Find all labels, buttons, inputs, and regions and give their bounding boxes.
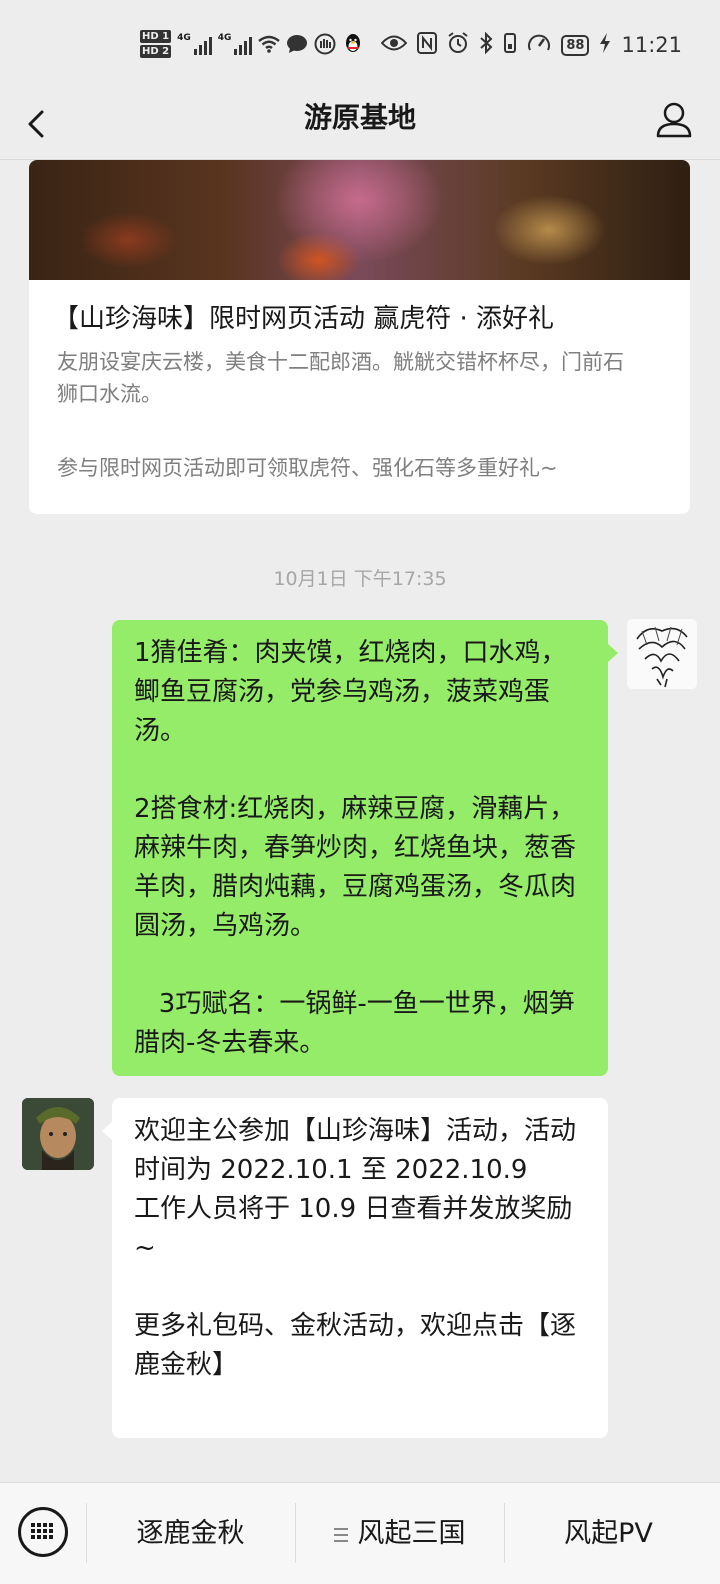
received-message-line-3: 更多礼包码、金秋活动，欢迎点击【逐鹿金秋】 xyxy=(134,1311,577,1380)
signal-2-icon: 4G xyxy=(218,33,253,55)
keyboard-icon xyxy=(31,1523,55,1541)
chat-bubble-icon xyxy=(286,33,308,55)
sketch-avatar-image xyxy=(627,619,697,689)
article-card[interactable]: 【山珍海味】限时网页活动 赢虎符 · 添好礼 友朋设宴庆云楼，美食十二配郎酒。觥… xyxy=(29,160,690,514)
menu-item-fengqi-pv[interactable]: 风起PV xyxy=(504,1483,713,1584)
status-right: 88 11:21 xyxy=(381,30,682,60)
submenu-lines-icon xyxy=(333,1527,348,1542)
wifi-icon xyxy=(258,33,281,55)
shield-icon xyxy=(314,33,336,55)
hd2-badge: HD 2 xyxy=(140,45,172,58)
avatar-self[interactable] xyxy=(627,619,697,689)
article-description: 友朋设宴庆云楼，美食十二配郎酒。觥觥交错杯杯尽，门前石狮口水流。 xyxy=(57,350,624,406)
hd-badges: HD 1 HD 2 xyxy=(140,30,172,58)
bottom-menu-bar: 逐鹿金秋 风起三国 风起PV xyxy=(0,1482,720,1584)
message-timestamp: 10月1日 下午17:35 xyxy=(273,568,447,590)
bluetooth-icon xyxy=(479,31,493,59)
sent-message-paragraph-3: 3巧赋名：一锅鲜-一鱼一世界，烟笋腊肉-冬去春来。 xyxy=(134,989,575,1058)
phone-vibrate-icon xyxy=(503,32,517,59)
avatar-official-account[interactable] xyxy=(22,1098,94,1170)
menu-item-label: 逐鹿金秋 xyxy=(136,1518,245,1549)
warrior-avatar-image xyxy=(22,1098,94,1170)
menu-item-zhulu-jinqiu[interactable]: 逐鹿金秋 xyxy=(86,1483,295,1584)
received-message-line-2: 工作人员将于 10.9 日查看并发放奖励 ~ xyxy=(134,1194,581,1263)
speed-icon xyxy=(527,32,551,59)
eye-icon xyxy=(381,33,408,57)
sent-message-paragraph-2: 2搭食材:红烧肉，麻辣豆腐，滑藕片，麻辣牛肉，春笋炒肉，红烧鱼块，葱香羊肉，腊肉… xyxy=(134,794,577,941)
menu-item-fengqi-sanguo[interactable]: 风起三国 xyxy=(295,1483,504,1584)
received-message-bubble[interactable]: 欢迎主公参加【山珍海味】活动，活动时间为 2022.10.1 至 2022.10… xyxy=(102,1098,608,1438)
sent-message-bubble[interactable]: 1猜佳肴：肉夹馍，红烧肉，口水鸡，鲫鱼豆腐汤，党参乌鸡汤，菠菜鸡蛋汤。 2搭食材… xyxy=(112,620,618,1076)
profile-button[interactable] xyxy=(652,98,696,142)
clock-time: 11:21 xyxy=(621,33,682,57)
charging-icon xyxy=(599,32,611,59)
sent-message-paragraph-1: 1猜佳肴：肉夹馍，红烧肉，口水鸡，鲫鱼豆腐汤，党参乌鸡汤，菠菜鸡蛋汤。 xyxy=(134,638,567,746)
menu-item-label: 风起PV xyxy=(564,1518,653,1549)
received-message-line-1: 欢迎主公参加【山珍海味】活动，活动时间为 2022.10.1 至 2022.10… xyxy=(134,1116,577,1185)
article-title: 【山珍海味】限时网页活动 赢虎符 · 添好礼 xyxy=(53,304,555,334)
person-icon xyxy=(656,102,692,138)
nfc-icon xyxy=(417,31,438,59)
signal-1-icon: 4G xyxy=(177,33,212,55)
menu-item-label: 风起三国 xyxy=(357,1518,466,1549)
alarm-icon xyxy=(447,31,469,59)
article-note: 参与限时网页活动即可领取虎符、强化石等多重好礼~ xyxy=(57,456,558,480)
keyboard-toggle-button[interactable] xyxy=(18,1507,68,1557)
qq-penguin-icon xyxy=(342,33,364,55)
hd1-badge: HD 1 xyxy=(140,30,172,43)
status-bar: HD 1 HD 2 4G 4G 88 11:21 xyxy=(0,0,720,90)
article-banner-image xyxy=(29,160,690,280)
page-title: 游原基地 xyxy=(303,101,416,134)
status-left: HD 1 HD 2 4G 4G xyxy=(140,24,364,64)
chat-area[interactable]: 【山珍海味】限时网页活动 赢虎符 · 添好礼 友朋设宴庆云楼，美食十二配郎酒。觥… xyxy=(0,160,720,1482)
battery-level: 88 xyxy=(561,34,590,56)
nav-bar: 游原基地 xyxy=(0,90,720,160)
